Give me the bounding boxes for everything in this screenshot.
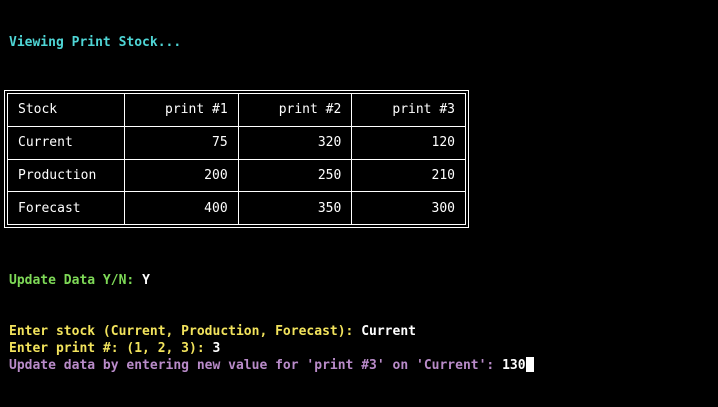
update-prompt-label: Update Data Y/N: <box>9 273 143 288</box>
row-label: Current <box>7 125 125 160</box>
header-cell: print #3 <box>351 93 466 127</box>
header-cell: print #2 <box>237 93 353 127</box>
stock-prompt-label: Enter stock (Current, Production, Foreca… <box>9 324 362 339</box>
table-row: Current 75 320 120 <box>7 125 466 160</box>
table-cell: 320 <box>237 125 353 160</box>
table-cell: 250 <box>237 158 353 193</box>
update-prompt-answer: Y <box>142 273 150 288</box>
row-label: Forecast <box>7 191 125 225</box>
table-row: Production 200 250 210 <box>7 158 466 193</box>
terminal-cursor <box>525 357 534 372</box>
print-prompt-line: Enter print #: (1, 2, 3): 3 <box>9 340 220 357</box>
value-prompt-label: Update data by entering new value for 'p… <box>9 358 503 373</box>
table-header-row: Stock print #1 print #2 print #3 <box>7 93 466 127</box>
table-cell: 400 <box>124 191 239 225</box>
header-cell: Stock <box>7 93 125 127</box>
value-input[interactable]: 130 <box>502 358 525 373</box>
table-cell: 350 <box>237 191 353 225</box>
print-prompt-label: Enter print #: (1, 2, 3): <box>9 341 213 356</box>
row-label: Production <box>7 158 125 193</box>
table-row: Forecast 400 350 300 <box>7 191 466 225</box>
print-prompt-answer: 3 <box>212 341 221 356</box>
stock-prompt-line: Enter stock (Current, Production, Foreca… <box>9 323 416 340</box>
table-cell: 300 <box>351 191 466 225</box>
stock-table: Stock print #1 print #2 print #3 Current… <box>4 90 469 228</box>
heading: Viewing Print Stock... <box>9 35 182 50</box>
table-cell: 120 <box>351 125 466 160</box>
table-cell: 210 <box>351 158 466 193</box>
update-prompt-line: Update Data Y/N: Y <box>9 272 150 289</box>
table-cell: 75 <box>124 125 239 160</box>
stock-table-grid: Stock print #1 print #2 print #3 Current… <box>7 93 466 225</box>
table-cell: 200 <box>124 158 239 193</box>
stock-prompt-answer: Current <box>361 324 416 339</box>
value-prompt-line[interactable]: Update data by entering new value for 'p… <box>9 357 534 374</box>
header-cell: print #1 <box>124 93 239 127</box>
